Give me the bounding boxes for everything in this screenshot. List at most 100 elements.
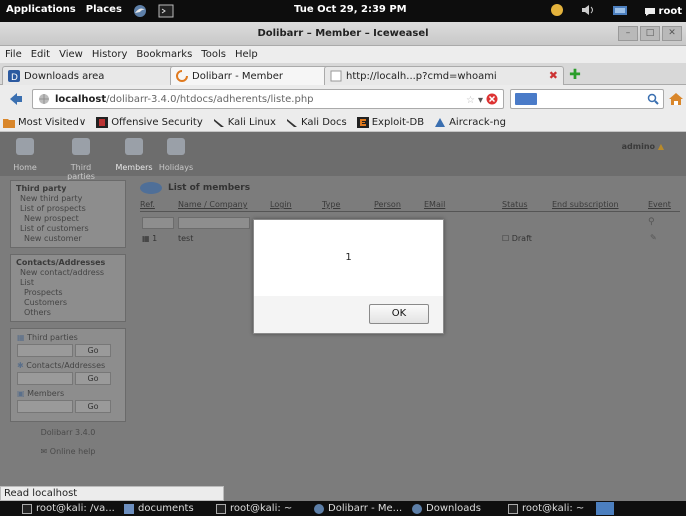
task-label: Downloads <box>426 503 481 514</box>
tab-downloads-area[interactable]: D Downloads area ✖ <box>2 66 192 85</box>
search-engine-icon[interactable] <box>515 93 537 105</box>
topmenu-members[interactable]: Members <box>114 138 154 172</box>
stop-reload-icon[interactable] <box>486 93 498 108</box>
menu-history[interactable]: History <box>92 49 128 60</box>
folder-icon <box>3 117 15 128</box>
menu-item[interactable]: List of prospects <box>16 204 120 214</box>
menu-item[interactable]: Others <box>16 308 120 318</box>
search-label: Members <box>27 389 65 398</box>
menu-view[interactable]: View <box>59 49 83 60</box>
col-name[interactable]: Name / Company <box>178 200 270 209</box>
ok-button[interactable]: OK <box>369 304 429 324</box>
menu-item[interactable]: New prospect <box>16 214 120 224</box>
filter-name-input[interactable] <box>178 217 250 229</box>
menu-item[interactable]: New contact/address <box>16 268 120 278</box>
col-ref[interactable]: Ref. <box>140 200 178 209</box>
list-title-text: List of members <box>168 183 251 193</box>
col-end-subscription[interactable]: End subscription <box>552 200 648 209</box>
back-arrow-icon[interactable] <box>8 91 24 107</box>
bookmark-aircrack-ng[interactable]: Aircrack-ng <box>434 117 506 128</box>
col-status[interactable]: Status <box>502 200 552 209</box>
online-help-link[interactable]: ✉ Online help <box>10 447 126 456</box>
bookmark-kali-docs[interactable]: Kali Docs <box>286 117 347 128</box>
menu-bookmarks[interactable]: Bookmarks <box>136 49 192 60</box>
search-thirdparties-go-button[interactable]: Go <box>75 344 111 357</box>
url-dropdown-icon[interactable]: ▾ <box>478 95 483 106</box>
user-menu[interactable]: root <box>644 6 682 17</box>
menu-item[interactable]: List of customers <box>16 224 120 234</box>
applications-menu[interactable]: Applications <box>6 4 76 18</box>
notification-icon[interactable] <box>550 3 564 20</box>
col-person[interactable]: Person <box>374 200 424 209</box>
search-icon[interactable] <box>647 93 659 108</box>
topmenu-home[interactable]: Home <box>10 138 40 172</box>
search-contacts-go-button[interactable]: Go <box>75 372 111 385</box>
iceweasel-icon <box>314 503 324 514</box>
new-tab-plus-icon[interactable]: ✚ <box>568 68 582 82</box>
clock[interactable]: Tue Oct 29, 2:39 PM <box>294 4 407 15</box>
menu-item[interactable]: Customers <box>16 298 120 308</box>
table-header: Ref. Name / Company Login Type Person EM… <box>140 200 680 212</box>
workspace-switcher-icon[interactable] <box>596 502 614 515</box>
window-titlebar[interactable]: Dolibarr – Member – Iceweasel – □ ✕ <box>0 22 686 46</box>
topmenu-third-parties[interactable]: Third parties <box>56 138 106 181</box>
bookmark-kali-linux[interactable]: Kali Linux <box>213 117 276 128</box>
task-downloads[interactable]: Downloads <box>412 503 481 514</box>
member-status: ☐ Draft <box>502 234 532 243</box>
bookmark-star-icon[interactable]: ☆ <box>466 95 475 106</box>
tab-dolibarr-member[interactable]: Dolibarr - Member ✖ <box>170 66 346 85</box>
edit-icon[interactable]: ✎ <box>650 233 657 242</box>
member-name[interactable]: test <box>178 234 193 243</box>
home-icon[interactable] <box>668 92 684 106</box>
minimize-button[interactable]: – <box>618 26 638 41</box>
globe-icon <box>38 93 50 105</box>
list-title: List of members <box>140 182 686 194</box>
url-bar[interactable]: localhost/dolibarr-3.4.0/htdocs/adherent… <box>32 89 504 109</box>
topmenu-holidays[interactable]: Holidays <box>156 138 196 172</box>
menu-item[interactable]: New third party <box>16 194 120 204</box>
menu-edit[interactable]: Edit <box>31 49 50 60</box>
search-box[interactable] <box>510 89 664 109</box>
menu-tools[interactable]: Tools <box>201 49 226 60</box>
search-contacts-input[interactable] <box>17 372 73 385</box>
login-user[interactable]: admino ▲ <box>622 142 664 151</box>
topmenu-label: Third parties <box>67 163 95 181</box>
version-label: Dolibarr 3.4.0 <box>40 428 96 437</box>
close-window-button[interactable]: ✕ <box>662 26 682 41</box>
network-icon[interactable] <box>612 3 628 20</box>
search-filter-icon[interactable]: ⚲ <box>648 217 655 227</box>
menu-item[interactable]: Prospects <box>16 288 120 298</box>
menu-file[interactable]: File <box>5 49 22 60</box>
logout-icon[interactable]: ▲ <box>658 142 664 151</box>
terminal-launcher-icon[interactable] <box>158 4 174 18</box>
col-login[interactable]: Login <box>270 200 322 209</box>
tab-whoami[interactable]: http://localh...p?cmd=whoami ✖ <box>324 66 564 85</box>
iceweasel-launcher-icon[interactable] <box>132 4 148 18</box>
bookmark-offensive-security[interactable]: Offensive Security <box>96 116 203 128</box>
search-members-input[interactable] <box>17 400 73 413</box>
search-members-go-button[interactable]: Go <box>75 400 111 413</box>
col-type[interactable]: Type <box>322 200 374 209</box>
menu-help[interactable]: Help <box>235 49 258 60</box>
tab-close-icon[interactable]: ✖ <box>549 69 558 82</box>
col-email[interactable]: EMail <box>424 200 502 209</box>
menu-title[interactable]: Contacts/Addresses <box>16 258 120 268</box>
tab-label: Dolibarr - Member <box>192 70 283 82</box>
filter-ref-input[interactable] <box>142 217 174 229</box>
member-ref[interactable]: ▦ 1 <box>142 234 157 243</box>
search-thirdparties-input[interactable] <box>17 344 73 357</box>
task-terminal-3[interactable]: root@kali: ~ <box>508 503 584 514</box>
menu-item[interactable]: List <box>16 278 120 288</box>
task-terminal-1[interactable]: root@kali: /va... <box>22 503 115 514</box>
bookmark-most-visited[interactable]: Most Visited∨ <box>3 117 86 128</box>
task-terminal-2[interactable]: root@kali: ~ <box>216 503 292 514</box>
bookmark-exploit-db[interactable]: Exploit-DB <box>356 116 424 128</box>
col-event[interactable]: Event <box>648 200 678 209</box>
task-dolibarr[interactable]: Dolibarr - Me... <box>314 503 402 514</box>
maximize-button[interactable]: □ <box>640 26 660 41</box>
menu-title[interactable]: Third party <box>16 184 120 194</box>
places-menu[interactable]: Places <box>86 4 122 18</box>
volume-icon[interactable] <box>580 3 596 20</box>
task-documents[interactable]: documents <box>124 503 194 514</box>
menu-item[interactable]: New customer <box>16 234 120 244</box>
